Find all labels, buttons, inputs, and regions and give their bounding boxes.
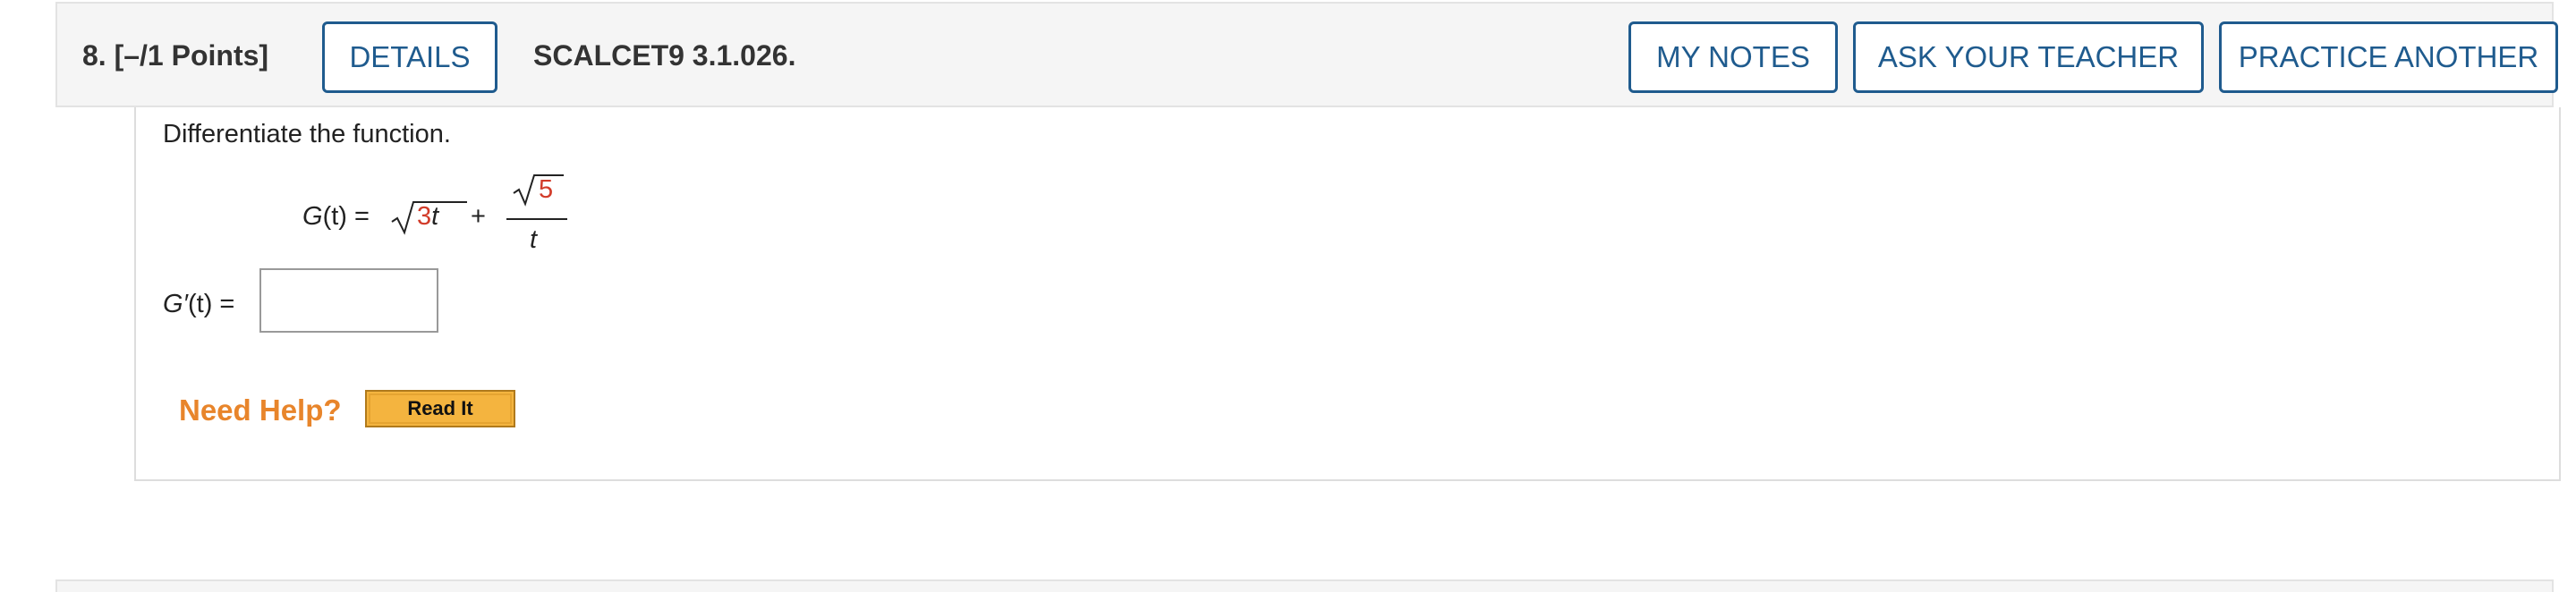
radicand-coefficient: 3: [417, 202, 432, 231]
question-number-points: 8. [–/1 Points]: [82, 39, 269, 72]
equation-lhs: G(t) =: [302, 202, 370, 232]
answer-label-equals: =: [212, 290, 235, 318]
radicand-variable: t: [431, 202, 439, 231]
ask-your-teacher-button[interactable]: ASK YOUR TEACHER: [1853, 21, 2204, 93]
lhs-argument: (t): [322, 202, 347, 231]
fraction-bar: [506, 218, 567, 220]
question-body: Differentiate the function. G(t) = 3t + …: [134, 107, 2561, 481]
answer-row: G′(t) =: [163, 268, 521, 336]
lhs-function-name: G: [302, 202, 323, 231]
read-it-button[interactable]: Read It: [365, 390, 515, 427]
fraction-denominator: t: [530, 225, 538, 254]
answer-label-argument: (t): [188, 290, 213, 318]
numerator-radicand: 5: [539, 175, 554, 204]
details-button[interactable]: DETAILS: [322, 21, 497, 93]
function-equation: G(t) = 3t + 5 t: [302, 173, 589, 263]
lhs-equals: =: [346, 202, 370, 231]
practice-another-button[interactable]: PRACTICE ANOTHER: [2219, 21, 2558, 93]
sqrt-radicand: 3t: [417, 202, 438, 232]
plus-sign: +: [471, 202, 486, 231]
question-header: 8. [–/1 Points] DETAILS SCALCET9 3.1.026…: [55, 2, 2558, 107]
my-notes-button[interactable]: MY NOTES: [1628, 21, 1838, 93]
question-source: SCALCET9 3.1.026.: [533, 39, 796, 72]
fraction-term: 5 t: [506, 173, 569, 263]
need-help-row: Need Help? Read It: [179, 390, 626, 435]
page: 8. [–/1 Points] DETAILS SCALCET9 3.1.026…: [0, 0, 2576, 592]
answer-label: G′(t) =: [163, 290, 234, 319]
question-prompt: Differentiate the function.: [163, 120, 451, 148]
next-question-header: [55, 579, 2554, 592]
answer-label-function: G′: [163, 290, 188, 318]
need-help-label: Need Help?: [179, 393, 342, 427]
answer-input[interactable]: [259, 268, 438, 333]
fraction-numerator: 5: [512, 173, 565, 209]
